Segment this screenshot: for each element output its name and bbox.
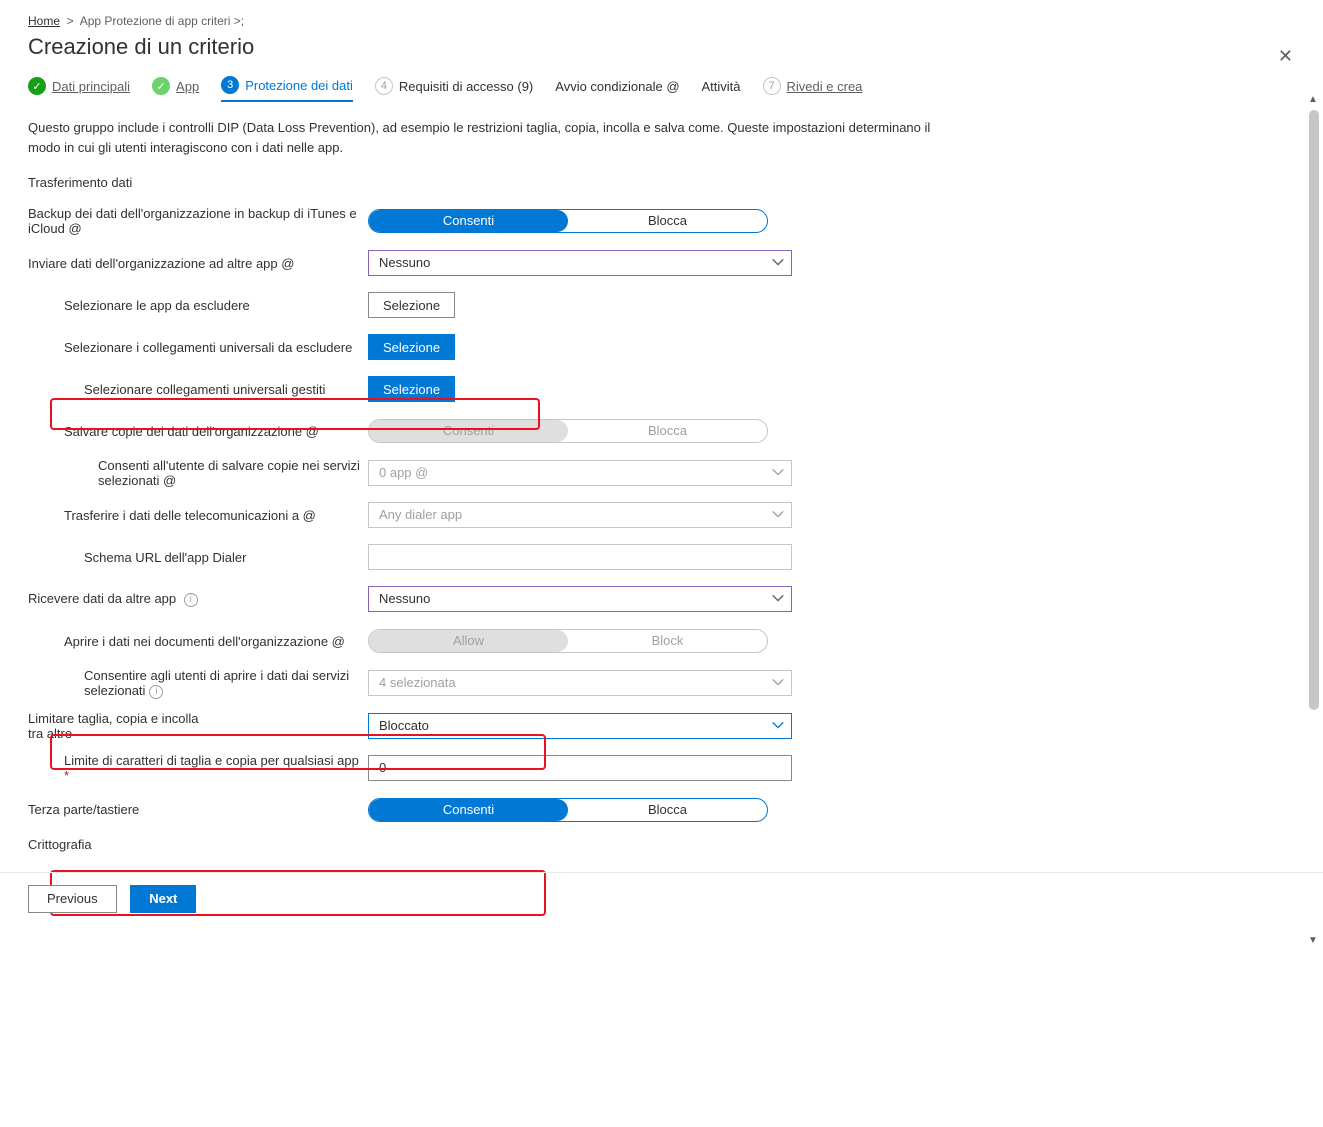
step-access-req[interactable]: 4 Requisiti di accesso (9) xyxy=(375,77,533,101)
breadcrumb-home[interactable]: Home xyxy=(28,14,60,28)
step-label: Requisiti di accesso (9) xyxy=(399,79,533,94)
dropdown-telecom[interactable]: Any dialer app xyxy=(368,502,792,528)
scroll-up-icon[interactable]: ▲ xyxy=(1308,94,1318,105)
step-label: Rivedi e crea xyxy=(787,79,863,94)
step-data-protection[interactable]: 3 Protezione dei dati xyxy=(221,76,353,102)
step-number-icon: 3 xyxy=(221,76,239,94)
label-receive-data: Ricevere dati da altre app i xyxy=(28,591,368,607)
info-icon[interactable]: i xyxy=(149,685,163,699)
toggle-opt-block[interactable]: Blocca xyxy=(568,799,767,821)
step-basics[interactable]: ✓ Dati principali xyxy=(28,77,130,101)
label-exclude-apps: Selezionare le app da escludere xyxy=(28,298,368,313)
toggle-save-copies[interactable]: Consenti Blocca xyxy=(368,419,768,443)
toggle-open-docs[interactable]: Allow Block xyxy=(368,629,768,653)
step-label: App xyxy=(176,79,199,94)
toggle-opt-block[interactable]: Blocca xyxy=(568,420,767,442)
previous-button[interactable]: Previous xyxy=(28,885,117,913)
dropdown-value: Any dialer app xyxy=(379,507,462,522)
scroll-down-icon[interactable]: ▼ xyxy=(1308,935,1318,946)
breadcrumb-second[interactable]: App Protezione di app criteri >; xyxy=(80,14,244,28)
dropdown-send-org-data[interactable]: Nessuno xyxy=(368,250,792,276)
toggle-backup[interactable]: Consenti Blocca xyxy=(368,209,768,233)
section-header-transfer: Trasferimento dati xyxy=(28,175,1140,190)
step-label: Protezione dei dati xyxy=(245,78,353,93)
step-conditional-launch[interactable]: Avvio condizionale @ xyxy=(555,79,679,100)
check-icon: ✓ xyxy=(152,77,170,95)
toggle-opt-block[interactable]: Blocca xyxy=(568,210,767,232)
step-label: Avvio condizionale @ xyxy=(555,79,679,94)
dropdown-value: Bloccato xyxy=(379,718,429,733)
section-description: Questo gruppo include i controlli DIP (D… xyxy=(28,118,938,157)
dropdown-open-services[interactable]: 4 selezionata xyxy=(368,670,792,696)
label-keyboards: Terza parte/tastiere xyxy=(28,802,368,817)
scrollbar[interactable]: ▲ ▼ xyxy=(1309,100,1319,940)
label-telecom: Trasferire i dati delle telecomunicazion… xyxy=(28,508,368,523)
label-backup: Backup dei dati dell'organizzazione in b… xyxy=(28,206,368,236)
dropdown-receive-data[interactable]: Nessuno xyxy=(368,586,792,612)
page-title: Creazione di un criterio xyxy=(28,34,1152,60)
chevron-down-icon xyxy=(771,591,785,605)
toggle-opt-allow[interactable]: Consenti xyxy=(369,210,568,232)
select-exclude-links-button[interactable]: Selezione xyxy=(368,334,455,360)
info-icon[interactable]: i xyxy=(184,593,198,607)
breadcrumb: Home > App Protezione di app criteri >; xyxy=(28,14,1152,28)
dropdown-value: Nessuno xyxy=(379,591,430,606)
label-open-docs: Aprire i dati nei documenti dell'organiz… xyxy=(28,634,368,649)
close-icon[interactable]: ✕ xyxy=(1278,46,1293,67)
required-star: * xyxy=(64,768,69,783)
step-apps[interactable]: ✓ App xyxy=(152,77,199,101)
wizard-steps: ✓ Dati principali ✓ App 3 Protezione dei… xyxy=(28,76,1152,102)
step-number-icon: 4 xyxy=(375,77,393,95)
toggle-opt-allow[interactable]: Allow xyxy=(369,630,568,652)
input-char-limit[interactable]: 0 xyxy=(368,755,792,781)
label-char-limit: Limite di caratteri di taglia e copia pe… xyxy=(28,753,368,783)
label-save-copies: Salvare copie dei dati dell'organizzazio… xyxy=(28,424,368,439)
label-exclude-links: Selezionare i collegamenti universali da… xyxy=(28,340,368,355)
label-open-services: Consentire agli utenti di aprire i dati … xyxy=(28,668,368,699)
label-send-org-data: Inviare dati dell'organizzazione ad altr… xyxy=(28,256,368,271)
scrollbar-thumb[interactable] xyxy=(1309,110,1319,710)
toggle-keyboards[interactable]: Consenti Blocca xyxy=(368,798,768,822)
label-restrict-cut: Limitare taglia, copia e incolla tra alt… xyxy=(28,711,368,741)
input-dialer-url[interactable] xyxy=(368,544,792,570)
step-label: Dati principali xyxy=(52,79,130,94)
step-review[interactable]: 7 Rivedi e crea xyxy=(763,77,863,101)
label-managed-links: Selezionare collegamenti universali gest… xyxy=(28,382,368,397)
label-dialer-url: Schema URL dell'app Dialer xyxy=(28,550,368,565)
dropdown-value: 4 selezionata xyxy=(379,675,456,690)
chevron-down-icon xyxy=(771,465,785,479)
chevron-down-icon xyxy=(771,718,785,732)
dropdown-restrict-cut[interactable]: Bloccato xyxy=(368,713,792,739)
toggle-opt-allow[interactable]: Consenti xyxy=(369,799,568,821)
check-icon: ✓ xyxy=(28,77,46,95)
dropdown-value: 0 app @ xyxy=(379,465,428,480)
toggle-opt-allow[interactable]: Consenti xyxy=(369,420,568,442)
chevron-down-icon xyxy=(771,507,785,521)
chevron-down-icon xyxy=(771,675,785,689)
chevron-down-icon xyxy=(771,255,785,269)
toggle-opt-block[interactable]: Block xyxy=(568,630,767,652)
wizard-footer: Previous Next xyxy=(0,872,1323,925)
select-exclude-apps-button[interactable]: Selezione xyxy=(368,292,455,318)
next-button[interactable]: Next xyxy=(130,885,196,913)
select-managed-links-button[interactable]: Selezione xyxy=(368,376,455,402)
dropdown-value: Nessuno xyxy=(379,255,430,270)
dropdown-save-services[interactable]: 0 app @ xyxy=(368,460,792,486)
section-header-crypto: Crittografia xyxy=(28,837,1140,852)
label-save-services: Consenti all'utente di salvare copie nei… xyxy=(28,458,368,488)
step-number-icon: 7 xyxy=(763,77,781,95)
step-activity[interactable]: Attività xyxy=(702,79,741,100)
step-label: Attività xyxy=(702,79,741,94)
